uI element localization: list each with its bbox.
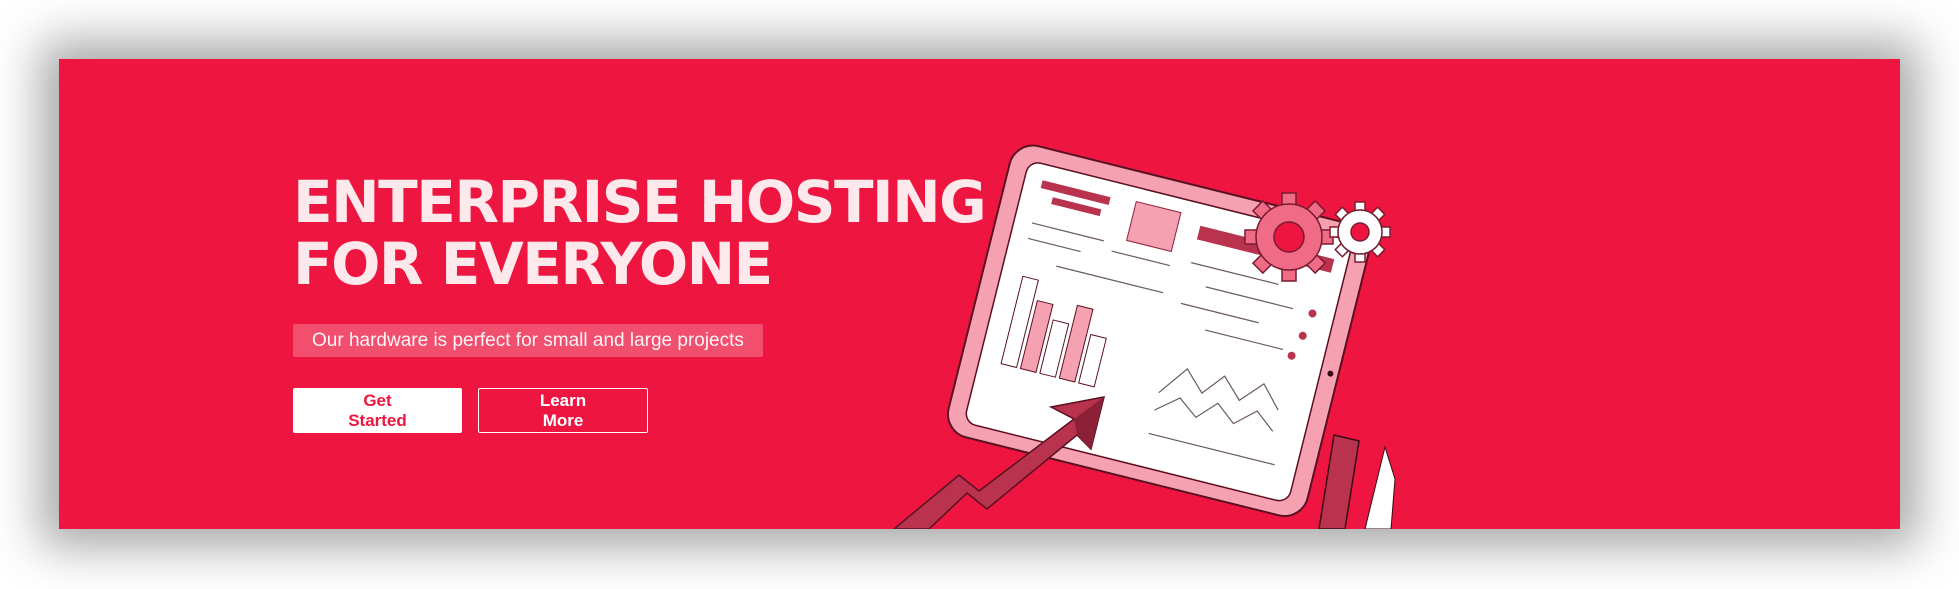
hero-subtitle: Our hardware is perfect for small and la… xyxy=(293,324,763,357)
learn-more-button[interactable]: Learn More xyxy=(478,388,648,433)
hero-banner: ENTERPRISE HOSTING FOR EVERYONE Our hard… xyxy=(59,59,1900,529)
gear-icon xyxy=(1244,192,1334,282)
get-started-button[interactable]: Get Started xyxy=(293,388,462,433)
tablet-illustration xyxy=(946,144,1371,518)
gear-icon xyxy=(1329,201,1391,263)
hosting-illustration xyxy=(892,144,1396,529)
page: ENTERPRISE HOSTING FOR EVERYONE Our hard… xyxy=(0,0,1959,589)
headline-line-2: FOR EVERYONE xyxy=(293,230,773,298)
